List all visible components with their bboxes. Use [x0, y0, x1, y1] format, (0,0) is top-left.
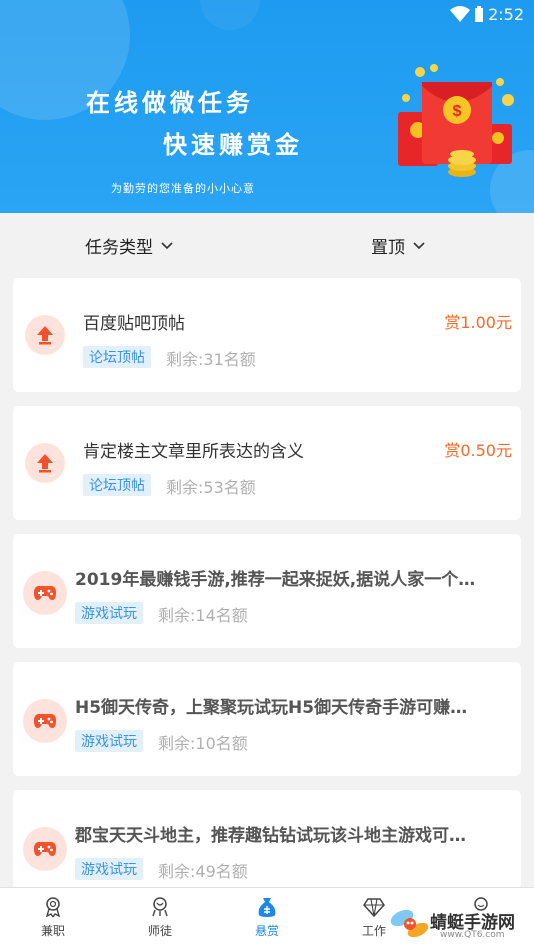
watermark: 蜻蜓手游网 www.QT6.com — [388, 904, 528, 946]
task-type-filter[interactable]: 任务类型 — [85, 233, 173, 258]
status-time: 2:52 — [488, 5, 524, 24]
arrow-up-icon — [25, 443, 65, 483]
task-title: 郡宝天天斗地主，推荐趣钻钻试玩该斗地主游戏可… — [75, 826, 466, 846]
task-card[interactable]: 肯定楼主文章里所表达的含义 赏0.50元 论坛顶帖 剩余:53名额 — [13, 406, 521, 520]
nav-item-parttime[interactable]: 兼职 — [23, 896, 83, 939]
nav-item-reward[interactable]: 悬赏 — [237, 896, 297, 939]
task-title: 2019年最赚钱手游,推荐一起来捉妖,据说人家一个… — [75, 570, 476, 590]
banner-slogan-line1: 在线做微任务 — [86, 89, 254, 117]
task-card[interactable]: H5御天传奇，上聚聚玩试玩H5御天传奇手游可赚… 游戏试玩 剩余:10名额 — [13, 662, 521, 776]
money-bag-icon — [258, 898, 276, 917]
arrow-up-icon — [25, 315, 65, 355]
chevron-down-icon — [413, 241, 425, 249]
task-remaining: 剩余:14名额 — [158, 606, 248, 625]
banner[interactable]: 2:52 在线做微任务 快速赚赏金 为勤劳的您准备的小小心意 $ — [0, 0, 534, 213]
svg-text:$: $ — [453, 103, 462, 120]
filter-bar: 任务类型 置顶 — [0, 213, 534, 275]
task-tag: 论坛顶帖 — [83, 346, 151, 368]
task-remaining: 剩余:49名额 — [158, 862, 248, 881]
task-tag: 论坛顶帖 — [83, 474, 151, 496]
banner-bubble — [200, 0, 260, 30]
task-reward: 赏0.50元 — [444, 441, 512, 460]
mentor-icon — [152, 897, 168, 917]
top-filter[interactable]: 置顶 — [371, 233, 425, 258]
nav-label: 悬赏 — [254, 924, 279, 938]
task-tag: 游戏试玩 — [75, 730, 143, 752]
task-remaining: 剩余:10名额 — [158, 734, 248, 753]
red-envelope-icon: $ — [398, 64, 514, 177]
diamond-icon — [363, 898, 385, 918]
dragonfly-logo-icon — [390, 909, 429, 938]
watermark-url: www.QT6.com — [440, 930, 505, 940]
task-remaining: 剩余:53名额 — [166, 478, 256, 497]
task-card[interactable]: 郡宝天天斗地主，推荐趣钻钻试玩该斗地主游戏可… 游戏试玩 剩余:49名额 — [13, 790, 521, 890]
nav-label: 兼职 — [40, 924, 65, 938]
task-reward: 赏1.00元 — [444, 313, 512, 332]
task-card[interactable]: 2019年最赚钱手游,推荐一起来捉妖,据说人家一个… 游戏试玩 剩余:14名额 — [13, 534, 521, 648]
task-tag: 游戏试玩 — [75, 858, 143, 880]
task-remaining: 剩余:31名额 — [166, 350, 256, 369]
nav-label: 师徒 — [147, 924, 172, 938]
banner-subtitle: 为勤劳的您准备的小小心意 — [111, 182, 255, 195]
banner-slogan-line2: 快速赚赏金 — [163, 131, 303, 159]
nav-item-mentor[interactable]: 师徒 — [130, 896, 190, 939]
gamepad-icon — [23, 571, 67, 615]
chevron-down-icon — [161, 241, 173, 249]
task-tag: 游戏试玩 — [75, 602, 143, 624]
medal-icon — [45, 897, 61, 918]
task-card[interactable]: 百度贴吧顶帖 赏1.00元 论坛顶帖 剩余:31名额 — [13, 278, 521, 392]
task-type-filter-label: 任务类型 — [85, 238, 153, 258]
gamepad-icon — [23, 827, 67, 871]
battery-icon — [475, 6, 483, 22]
wifi-icon — [450, 6, 470, 22]
task-title: 百度贴吧顶帖 — [83, 314, 185, 334]
top-filter-label: 置顶 — [371, 238, 405, 258]
gamepad-icon — [23, 699, 67, 743]
task-title: 肯定楼主文章里所表达的含义 — [83, 442, 304, 462]
task-title: H5御天传奇，上聚聚玩试玩H5御天传奇手游可赚… — [75, 698, 468, 718]
